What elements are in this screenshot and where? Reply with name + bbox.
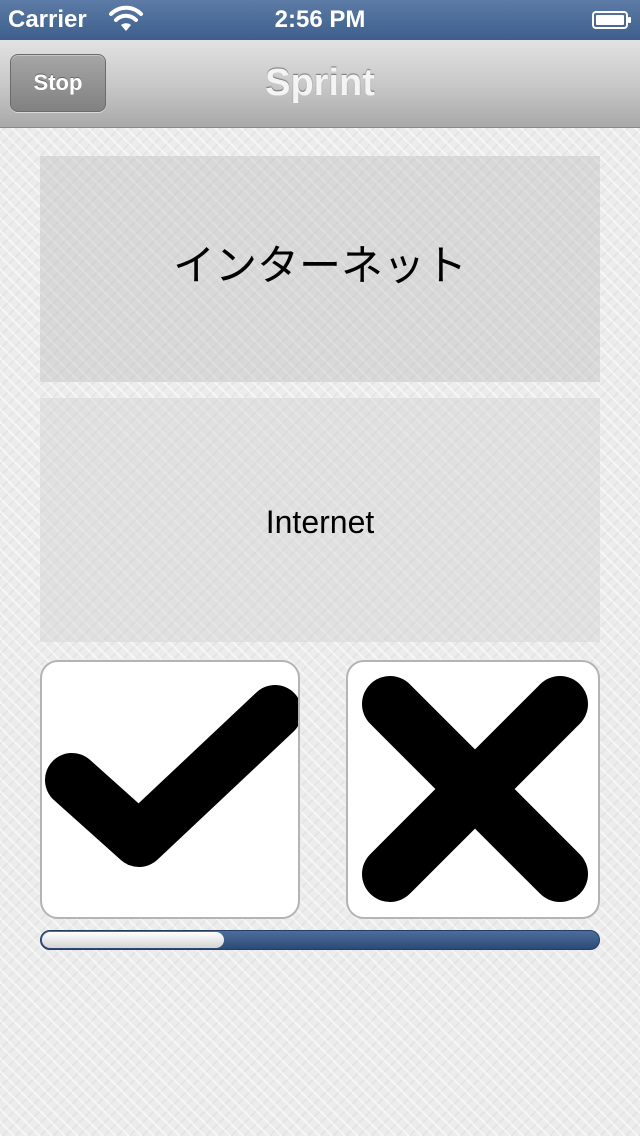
status-bar: Carrier 2:56 PM xyxy=(0,0,640,40)
flashcard-meaning: Internet xyxy=(40,398,600,642)
progress-fill xyxy=(42,932,225,948)
navigation-bar: Sprint Stop xyxy=(0,40,640,128)
battery-icon xyxy=(592,11,631,29)
correct-answer-button[interactable] xyxy=(40,660,300,919)
progress-bar xyxy=(40,930,600,950)
cross-icon xyxy=(362,676,588,902)
stop-button[interactable]: Stop xyxy=(10,54,106,112)
checkmark-icon xyxy=(45,685,298,867)
flashcard-word: インターネット xyxy=(40,156,600,382)
wrong-answer-button[interactable] xyxy=(346,660,600,919)
status-time: 2:56 PM xyxy=(274,6,366,33)
